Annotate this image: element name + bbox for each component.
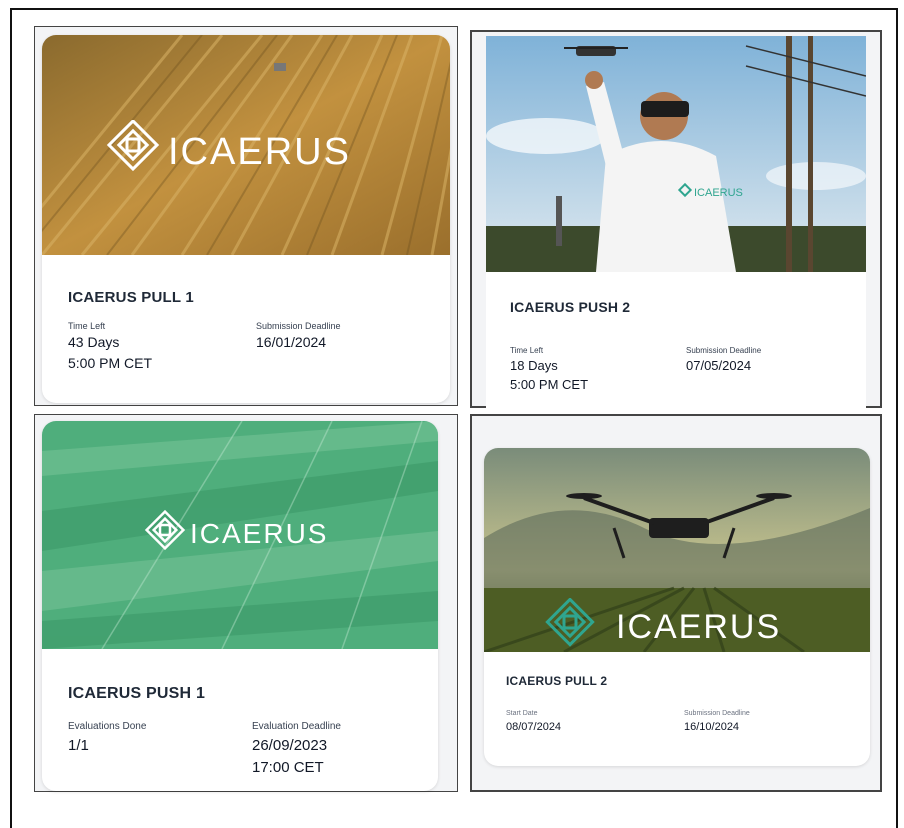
call-card-push-2[interactable]: ICAERUS ICAERUS PUSH 2 Time Left 18 Days…: [486, 36, 866, 408]
logo-text: ICAERUS: [616, 608, 781, 646]
card-title: ICAERUS PUSH 1: [68, 685, 206, 702]
icaerus-logo: ICAERUS: [104, 120, 404, 180]
call-card-pull-2[interactable]: ICAERUS ICAERUS PULL 2 Start Date 08/07/…: [484, 448, 870, 766]
logo-text: ICAERUS: [190, 518, 328, 549]
evaluations-done-label: Evaluations Done: [68, 721, 147, 732]
call-card-pull-1[interactable]: ICAERUS ICAERUS PULL 1 Time Left 43 Days…: [42, 35, 450, 403]
time-left-time: 5:00 PM CET: [510, 377, 589, 392]
deadline-label: Submission Deadline: [684, 710, 750, 717]
card-panel-push-1: ICAERUS ICAERUS PUSH 1 Evaluations Done …: [34, 414, 458, 792]
card-image-drone-pilot: ICAERUS: [486, 36, 866, 272]
icaerus-logo: ICAERUS: [142, 509, 362, 557]
icaerus-logo: ICAERUS: [544, 598, 844, 652]
deadline-value: 07/05/2024: [686, 358, 752, 373]
deadline-value: 16/10/2024: [684, 721, 740, 733]
start-date-value: 08/07/2024: [506, 721, 562, 733]
deadline-label: Submission Deadline: [686, 346, 762, 355]
deadline-value: 16/01/2024: [256, 334, 327, 350]
start-date-label: Start Date: [506, 710, 538, 717]
card-title: ICAERUS PUSH 2: [510, 299, 631, 315]
deadline-label: Submission Deadline: [256, 321, 341, 331]
evaluations-done-value: 1/1: [68, 737, 89, 754]
time-left-label: Time Left: [510, 346, 544, 355]
time-left-value: 43 Days: [68, 334, 120, 350]
card-title: ICAERUS PULL 2: [506, 674, 608, 688]
time-left-label: Time Left: [68, 321, 106, 331]
card-panel-pull-1: ICAERUS ICAERUS PULL 1 Time Left 43 Days…: [34, 26, 458, 406]
svg-text:ICAERUS: ICAERUS: [694, 187, 743, 199]
time-left-time: 5:00 PM CET: [68, 355, 153, 371]
call-card-push-1[interactable]: ICAERUS ICAERUS PUSH 1 Evaluations Done …: [42, 421, 438, 791]
evaluation-deadline-time: 17:00 CET: [252, 759, 324, 776]
card-panel-push-2: ICAERUS ICAERUS PUSH 2 Time Left 18 Days…: [470, 30, 882, 408]
logo-text: ICAERUS: [168, 131, 351, 173]
evaluation-deadline-label: Evaluation Deadline: [252, 721, 341, 732]
evaluation-deadline-value: 26/09/2023: [252, 737, 328, 754]
card-title: ICAERUS PULL 1: [68, 289, 194, 306]
time-left-value: 18 Days: [510, 358, 558, 373]
card-panel-pull-2: ICAERUS ICAERUS PULL 2 Start Date 08/07/…: [470, 414, 882, 792]
